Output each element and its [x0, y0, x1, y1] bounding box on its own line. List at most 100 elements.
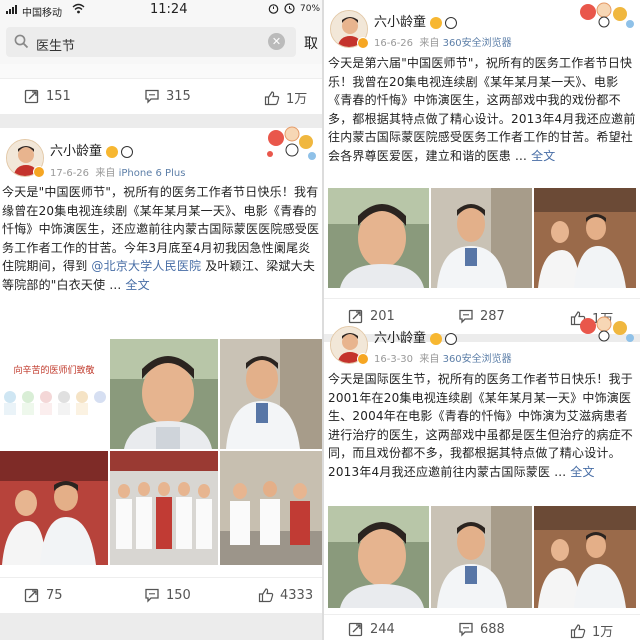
- verified-badge-icon: [33, 166, 45, 178]
- level-badge: [427, 12, 457, 31]
- comment-button[interactable]: 150: [144, 587, 191, 603]
- fan-badge-icon: [430, 16, 442, 29]
- more-link[interactable]: 全文: [125, 278, 149, 292]
- repost-icon: [348, 621, 364, 637]
- divider: [0, 64, 322, 78]
- level-badge: [427, 328, 457, 347]
- fan-badge-icon: [106, 145, 118, 158]
- post-actions: 244 688 1万: [324, 614, 640, 640]
- carrier-label: 中国移动: [22, 8, 62, 19]
- comment-count: 287: [480, 308, 505, 324]
- divider: [0, 613, 322, 640]
- prev-post-actions: 151 315 1万: [0, 78, 322, 114]
- search-query: 医生节: [36, 39, 76, 54]
- post-source-prefix: 来自: [95, 168, 116, 179]
- post-device: iPhone 6 Plus: [118, 168, 186, 179]
- post-image[interactable]: [328, 188, 429, 288]
- left-screenshot: 中国移动 11:24 70% 医生节 ✕ 取 151 315 1万 六小龄童 1…: [0, 0, 322, 640]
- more-link[interactable]: 全文: [570, 465, 594, 479]
- cancel-button[interactable]: 取: [304, 33, 318, 53]
- verified-badge-icon: [357, 37, 369, 49]
- post-image[interactable]: [110, 451, 218, 565]
- post-image[interactable]: [220, 339, 322, 449]
- comment-count: 688: [480, 621, 505, 637]
- repost-button[interactable]: 151: [24, 88, 71, 104]
- repost-button[interactable]: 201: [348, 308, 395, 324]
- repost-button[interactable]: 75: [24, 587, 63, 603]
- repost-icon: [348, 308, 364, 324]
- like-count: 1万: [286, 92, 308, 107]
- post-image[interactable]: [220, 451, 322, 565]
- post-actions: 75 150 4333: [0, 577, 322, 613]
- post-meta: 17-6-26 来自 iPhone 6 Plus: [50, 164, 185, 179]
- comment-icon: [144, 587, 160, 603]
- repost-count: 201: [370, 308, 395, 324]
- cartoon-sticker-icon: [574, 0, 636, 34]
- repost-count: 244: [370, 621, 395, 637]
- status-time: 11:24: [150, 2, 188, 17]
- alarm-icon: [268, 3, 279, 17]
- post-date: 16-6-26: [374, 38, 414, 49]
- post-date: 16-3-30: [374, 354, 414, 365]
- comment-icon: [144, 88, 160, 104]
- mention-link[interactable]: @北京大学人民医院: [91, 259, 201, 273]
- post-username[interactable]: 六小龄童: [374, 327, 426, 346]
- post-image[interactable]: [0, 451, 108, 565]
- level-badge: [103, 141, 133, 160]
- post-image[interactable]: [534, 188, 636, 288]
- search-bar: 医生节 ✕ 取: [0, 20, 322, 64]
- like-count: 1万: [592, 625, 614, 640]
- signal-icon: [6, 5, 19, 17]
- clear-icon[interactable]: ✕: [268, 33, 285, 50]
- post-image[interactable]: [328, 506, 429, 608]
- clock-icon: [284, 3, 295, 17]
- post-username[interactable]: 六小龄童: [50, 140, 102, 159]
- post-meta: 16-3-30 来自 360安全浏览器: [374, 350, 512, 365]
- comment-button[interactable]: 287: [458, 308, 505, 324]
- search-input[interactable]: 医生节 ✕: [6, 27, 296, 57]
- post-text: 今天是国际医生节，祝所有的医务工作者节日快乐！我于2001年在20集电视连续剧《…: [328, 372, 634, 479]
- comment-count: 315: [166, 88, 191, 104]
- post-image[interactable]: [110, 339, 218, 449]
- comment-count: 150: [166, 587, 191, 603]
- post-image[interactable]: [534, 506, 636, 608]
- right-screenshot: 六小龄童 16-6-26 来自 360安全浏览器 今天是第六届"中国医师节"，祝…: [324, 0, 640, 640]
- post-image[interactable]: 向辛苦的医师们致敬: [0, 339, 108, 449]
- status-bar: 中国移动 11:24 70%: [0, 0, 322, 20]
- like-icon: [264, 90, 280, 106]
- wifi-icon: [72, 3, 85, 17]
- post-meta: 16-6-26 来自 360安全浏览器: [374, 34, 512, 49]
- cartoon-sticker-icon: [574, 312, 636, 350]
- comment-button[interactable]: 315: [144, 88, 191, 104]
- post-username[interactable]: 六小龄童: [374, 11, 426, 30]
- comment-icon: [458, 621, 474, 637]
- post-source-prefix: 来自: [419, 354, 440, 365]
- repost-icon: [24, 88, 40, 104]
- banner-caption: 向辛苦的医师们致敬: [13, 364, 94, 376]
- like-icon: [258, 587, 274, 603]
- post-body: 今天是国际医生节，祝所有的医务工作者节日快乐！我于2001年在20集电视连续剧《…: [328, 370, 638, 481]
- post-source-prefix: 来自: [419, 38, 440, 49]
- like-button[interactable]: 1万: [570, 621, 613, 640]
- repost-icon: [24, 587, 40, 603]
- like-button[interactable]: 4333: [258, 587, 313, 603]
- cartoon-sticker-icon: [262, 124, 320, 168]
- fan-badge-icon: [430, 332, 442, 345]
- repost-count: 151: [46, 88, 71, 104]
- more-link[interactable]: 全文: [531, 149, 555, 163]
- comment-button[interactable]: 688: [458, 621, 505, 637]
- search-icon: [14, 34, 29, 53]
- repost-count: 75: [46, 587, 63, 603]
- repost-button[interactable]: 244: [348, 621, 395, 637]
- like-count: 4333: [280, 587, 314, 603]
- post-image[interactable]: [431, 506, 532, 608]
- like-icon: [570, 623, 586, 639]
- like-button[interactable]: 1万: [264, 88, 307, 107]
- verified-badge-icon: [357, 353, 369, 365]
- post-body: 今天是"中国医师节"，祝所有的医务工作者节日快乐！我有缘曾在20集电视连续剧《某…: [2, 183, 320, 294]
- post-image[interactable]: [431, 188, 532, 288]
- post-text: 今天是第六届"中国医师节"，祝所有的医务工作者节日快乐！我曾在20集电视连续剧《…: [328, 56, 636, 163]
- panda-icon: [445, 332, 457, 345]
- comment-icon: [458, 308, 474, 324]
- post-device: 360安全浏览器: [442, 354, 512, 365]
